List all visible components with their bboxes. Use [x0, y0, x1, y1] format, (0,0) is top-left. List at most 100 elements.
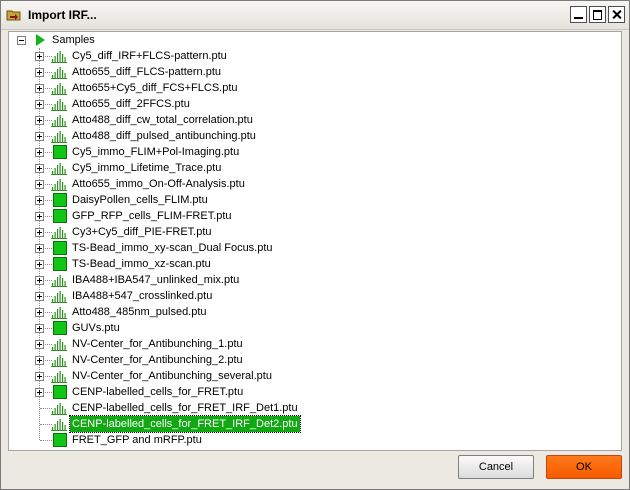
tree-item-label: NV-Center_for_Antibunching_several.ptu: [72, 370, 272, 382]
histogram-icon: [51, 131, 67, 143]
tree-item[interactable]: CENP-labelled_cells_for_FRET.ptu: [9, 384, 609, 400]
tree-item-label: IBA488+IBA547_unlinked_mix.ptu: [72, 274, 240, 286]
histogram-icon: [51, 371, 67, 383]
expand-toggle[interactable]: [35, 292, 44, 301]
image-square-icon: [53, 385, 67, 399]
expand-toggle[interactable]: [35, 84, 44, 93]
histogram-icon: [51, 307, 67, 319]
folder-icon: [6, 10, 21, 21]
ok-button[interactable]: OK: [546, 455, 622, 479]
tree-item[interactable]: CENP-labelled_cells_for_FRET_IRF_Det2.pt…: [9, 415, 609, 433]
tree-item-label: CENP-labelled_cells_for_FRET_IRF_Det1.pt…: [72, 402, 298, 414]
histogram-icon: [51, 291, 67, 303]
title-bar[interactable]: Import IRF...: [1, 1, 629, 30]
expand-toggle[interactable]: [35, 68, 44, 77]
image-square-icon: [53, 433, 67, 447]
tree-item-label: Atto488_485nm_pulsed.ptu: [72, 306, 207, 318]
expand-toggle[interactable]: [35, 340, 44, 349]
collapse-toggle[interactable]: [17, 36, 26, 45]
tree-item-label: Atto488_diff_cw_total_correlation.ptu: [72, 114, 253, 126]
tree-root-label: Samples: [52, 34, 95, 46]
tree-item-label: GFP_RFP_cells_FLIM-FRET.ptu: [72, 210, 232, 222]
expand-toggle[interactable]: [35, 388, 44, 397]
expand-toggle[interactable]: [35, 52, 44, 61]
tree-item[interactable]: Atto488_485nm_pulsed.ptu: [9, 304, 609, 320]
expand-toggle[interactable]: [35, 356, 44, 365]
tree-item[interactable]: TS-Bead_immo_xy-scan_Dual Focus.ptu: [9, 240, 609, 256]
expand-toggle[interactable]: [35, 276, 44, 285]
expand-toggle[interactable]: [35, 148, 44, 157]
expand-toggle[interactable]: [35, 372, 44, 381]
histogram-icon: [51, 275, 67, 287]
histogram-icon: [51, 355, 67, 367]
tree-item[interactable]: Atto655_immo_On-Off-Analysis.ptu: [9, 176, 609, 192]
tree-item-label: Cy5_diff_IRF+FLCS-pattern.ptu: [72, 50, 227, 62]
tree-item[interactable]: Atto655_diff_2FFCS.ptu: [9, 96, 609, 112]
minimize-button[interactable]: [570, 6, 587, 23]
expand-toggle[interactable]: [35, 164, 44, 173]
tree-item-label: NV-Center_for_Antibunching_2.ptu: [72, 354, 243, 366]
histogram-icon: [51, 227, 67, 239]
expand-toggle[interactable]: [35, 244, 44, 253]
tree-item[interactable]: Cy5_immo_Lifetime_Trace.ptu: [9, 160, 609, 176]
tree-item-label: CENP-labelled_cells_for_FRET_IRF_Det2.pt…: [69, 415, 301, 433]
tree-item-label: Cy5_immo_FLIM+Pol-Imaging.ptu: [72, 146, 240, 158]
tree-item[interactable]: Cy5_immo_FLIM+Pol-Imaging.ptu: [9, 144, 609, 160]
tree-item[interactable]: Atto488_diff_cw_total_correlation.ptu: [9, 112, 609, 128]
tree-item[interactable]: DaisyPollen_cells_FLIM.ptu: [9, 192, 609, 208]
expand-toggle[interactable]: [35, 228, 44, 237]
tree-item-label: Atto655_immo_On-Off-Analysis.ptu: [72, 178, 245, 190]
tree-item[interactable]: IBA488+547_crosslinked.ptu: [9, 288, 609, 304]
tree-item[interactable]: CENP-labelled_cells_for_FRET_IRF_Det1.pt…: [9, 400, 609, 416]
image-square-icon: [53, 209, 67, 223]
cancel-button[interactable]: Cancel: [458, 455, 534, 479]
tree-item[interactable]: GFP_RFP_cells_FLIM-FRET.ptu: [9, 208, 609, 224]
expand-toggle[interactable]: [35, 132, 44, 141]
image-square-icon: [53, 321, 67, 335]
tree-root-row[interactable]: Samples: [9, 32, 609, 48]
histogram-icon: [51, 67, 67, 79]
tree-item-label: TS-Bead_immo_xz-scan.ptu: [72, 258, 211, 270]
tree-item[interactable]: TS-Bead_immo_xz-scan.ptu: [9, 256, 609, 272]
expand-toggle[interactable]: [35, 212, 44, 221]
expand-toggle[interactable]: [35, 308, 44, 317]
maximize-button[interactable]: [589, 6, 606, 23]
window-title: Import IRF...: [28, 8, 97, 22]
image-square-icon: [53, 145, 67, 159]
histogram-icon: [51, 115, 67, 127]
tree-item[interactable]: IBA488+IBA547_unlinked_mix.ptu: [9, 272, 609, 288]
tree-item-label: Atto655+Cy5_diff_FCS+FLCS.ptu: [72, 82, 238, 94]
tree-item[interactable]: Atto655+Cy5_diff_FCS+FLCS.ptu: [9, 80, 609, 96]
close-button[interactable]: [608, 6, 625, 23]
tree-item[interactable]: NV-Center_for_Antibunching_1.ptu: [9, 336, 609, 352]
tree-branch-line: [40, 440, 52, 442]
tree-item[interactable]: GUVs.ptu: [9, 320, 609, 336]
expand-toggle[interactable]: [35, 180, 44, 189]
expand-toggle[interactable]: [35, 196, 44, 205]
expand-toggle[interactable]: [35, 100, 44, 109]
histogram-icon: [51, 339, 67, 351]
histogram-icon: [51, 403, 67, 415]
histogram-icon: [51, 99, 67, 111]
tree-item[interactable]: Cy5_diff_IRF+FLCS-pattern.ptu: [9, 48, 609, 64]
tree-item-label: FRET_GFP and mRFP.ptu: [72, 434, 202, 446]
tree-item[interactable]: NV-Center_for_Antibunching_several.ptu: [9, 368, 609, 384]
tree-item-label: DaisyPollen_cells_FLIM.ptu: [72, 194, 208, 206]
tree-item-label: GUVs.ptu: [72, 322, 120, 334]
histogram-icon: [51, 179, 67, 191]
tree-item[interactable]: Atto488_diff_pulsed_antibunching.ptu: [9, 128, 609, 144]
tree-item-label: Atto655_diff_FLCS-pattern.ptu: [72, 66, 222, 78]
tree-item[interactable]: NV-Center_for_Antibunching_2.ptu: [9, 352, 609, 368]
tree-item-label: Atto488_diff_pulsed_antibunching.ptu: [72, 130, 256, 142]
samples-tree[interactable]: Samples Cy5_diff_IRF+FLCS-pattern.ptu Atto…: [8, 31, 622, 451]
histogram-icon: [51, 419, 67, 431]
histogram-icon: [51, 163, 67, 175]
tree-item[interactable]: Atto655_diff_FLCS-pattern.ptu: [9, 64, 609, 80]
tree-item-label: NV-Center_for_Antibunching_1.ptu: [72, 338, 243, 350]
tree-item[interactable]: Cy3+Cy5_diff_PIE-FRET.ptu: [9, 224, 609, 240]
expand-toggle[interactable]: [35, 324, 44, 333]
samples-play-icon: [36, 34, 45, 46]
expand-toggle[interactable]: [35, 260, 44, 269]
tree-item[interactable]: FRET_GFP and mRFP.ptu: [9, 432, 609, 448]
expand-toggle[interactable]: [35, 116, 44, 125]
